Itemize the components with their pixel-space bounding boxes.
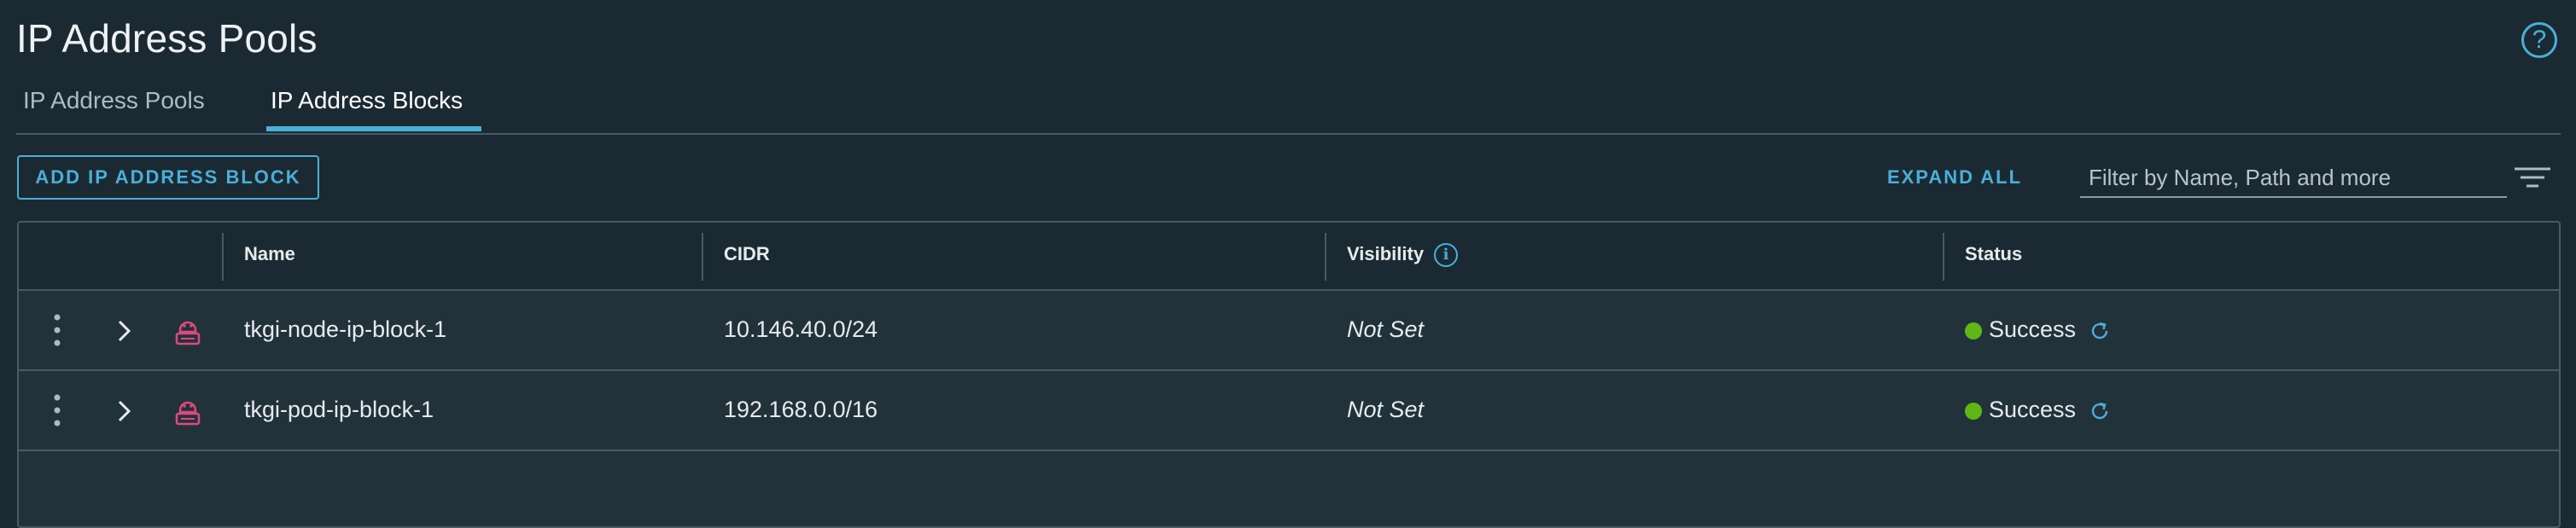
status-success-dot bbox=[1965, 402, 1982, 420]
column-separator bbox=[1325, 233, 1326, 281]
column-header-name[interactable]: Name bbox=[244, 243, 295, 265]
block-visibility: Not Set bbox=[1347, 316, 1425, 342]
kebab-menu-icon[interactable] bbox=[53, 393, 61, 427]
block-name[interactable]: tkgi-pod-ip-block-1 bbox=[244, 397, 434, 423]
status-text: Success bbox=[1989, 316, 2077, 342]
page-title: IP Address Pools bbox=[16, 16, 318, 61]
column-header-visibility[interactable]: Visibility i bbox=[1347, 243, 1459, 268]
column-separator bbox=[222, 233, 224, 281]
help-icon[interactable]: ? bbox=[2521, 22, 2557, 58]
info-icon[interactable]: i bbox=[1434, 243, 1459, 268]
block-name[interactable]: tkgi-node-ip-block-1 bbox=[244, 316, 446, 343]
tabs-divider bbox=[16, 133, 2561, 135]
block-visibility: Not Set bbox=[1347, 397, 1425, 422]
ip-block-icon bbox=[175, 401, 201, 426]
chevron-right-icon[interactable] bbox=[114, 398, 135, 424]
ip-blocks-datagrid: Name CIDR Visibility i Status tkgi-node-i… bbox=[17, 221, 2561, 528]
chevron-right-icon[interactable] bbox=[114, 318, 135, 344]
table-row: tkgi-node-ip-block-1 10.146.40.0/24 Not … bbox=[19, 291, 2559, 371]
active-tab-indicator bbox=[266, 126, 481, 131]
column-header-status[interactable]: Status bbox=[1965, 243, 2022, 265]
refresh-icon[interactable] bbox=[2088, 399, 2112, 423]
tab-bar: IP Address Pools IP Address Blocks bbox=[0, 82, 2561, 135]
column-header-visibility-label: Visibility bbox=[1347, 243, 1425, 264]
tab-ip-address-blocks[interactable]: IP Address Blocks bbox=[271, 87, 463, 114]
datagrid-header: Name CIDR Visibility i Status bbox=[19, 223, 2559, 291]
filter-icon[interactable] bbox=[2513, 164, 2552, 191]
column-header-cidr[interactable]: CIDR bbox=[724, 243, 770, 265]
filter-input[interactable] bbox=[2080, 159, 2507, 198]
refresh-icon[interactable] bbox=[2088, 319, 2112, 343]
status-text: Success bbox=[1989, 397, 2077, 422]
block-cidr: 10.146.40.0/24 bbox=[724, 316, 878, 342]
block-cidr: 192.168.0.0/16 bbox=[724, 397, 878, 422]
table-row: tkgi-pod-ip-block-1 192.168.0.0/16 Not S… bbox=[19, 371, 2559, 451]
column-separator bbox=[702, 233, 703, 281]
kebab-menu-icon[interactable] bbox=[53, 313, 61, 347]
block-status: Success bbox=[1965, 397, 2112, 423]
add-ip-address-block-button[interactable]: ADD IP ADDRESS BLOCK bbox=[17, 155, 319, 200]
ip-block-icon bbox=[175, 321, 201, 345]
expand-all-button[interactable]: EXPAND ALL bbox=[1869, 162, 2040, 193]
column-separator bbox=[1943, 233, 1944, 281]
block-status: Success bbox=[1965, 316, 2112, 343]
tab-ip-address-pools[interactable]: IP Address Pools bbox=[23, 87, 205, 114]
status-success-dot bbox=[1965, 322, 1982, 339]
